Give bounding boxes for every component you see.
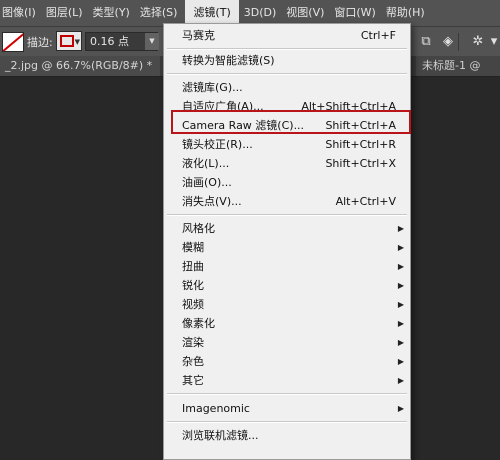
menu-item-filter-gallery[interactable]: 滤镜库(G)...	[164, 78, 410, 97]
submenu-arrow-icon: ▶	[397, 262, 404, 271]
document-tab-active[interactable]: _2.jpg @ 66.7%(RGB/8#) * ×	[0, 56, 160, 76]
submenu-arrow-icon: ▶	[397, 376, 404, 385]
menu-item-label: 扭曲	[182, 260, 204, 273]
menu-separator	[167, 393, 407, 395]
submenu-arrow-icon: ▶	[397, 224, 404, 233]
submenu-arrow-icon: ▶	[397, 338, 404, 347]
submenu-arrow-icon: ▶	[397, 357, 404, 366]
menu-layer[interactable]: 图层(L)	[41, 0, 88, 26]
menu-item-label: 滤镜库(G)...	[182, 81, 243, 94]
submenu-arrow-icon: ▶	[397, 281, 404, 290]
divider	[458, 33, 459, 51]
menu-item-sharpen[interactable]: 锐化 ▶	[164, 276, 410, 295]
menu-item-label: 液化(L)...	[182, 157, 230, 170]
menu-item-label: 浏览联机滤镜...	[182, 429, 259, 442]
photoshop-window: 图像(I) 图层(L) 类型(Y) 选择(S) 滤镜(T) 3D(D) 视图(V…	[0, 0, 500, 460]
document-tab-other[interactable]: 未标题-1 @	[416, 56, 500, 76]
stroke-color-swatch	[60, 35, 74, 47]
menu-type[interactable]: 类型(Y)	[88, 0, 135, 26]
path-arrange-icon[interactable]: ⧉	[416, 31, 436, 53]
menu-item-label: 其它	[182, 374, 204, 387]
chevron-down-icon[interactable]: ▾	[484, 31, 500, 53]
menu-item-label: 视频	[182, 298, 204, 311]
submenu-arrow-icon: ▶	[397, 300, 404, 309]
menu-item-label: 风格化	[182, 222, 215, 235]
stroke-label: 描边:	[27, 36, 53, 49]
submenu-arrow-icon: ▶	[397, 404, 404, 413]
menu-item-label: 渲染	[182, 336, 204, 349]
menu-item-imagenomic[interactable]: Imagenomic ▶	[164, 399, 410, 418]
submenu-arrow-icon: ▶	[397, 243, 404, 252]
stroke-width-dropdown-icon[interactable]: ▼	[145, 33, 159, 50]
dropdown-icon: ▼	[74, 38, 80, 46]
menu-item-pixelate[interactable]: 像素化 ▶	[164, 314, 410, 333]
menu-item-last-filter[interactable]: 马赛克 Ctrl+F	[164, 26, 410, 45]
menu-separator	[167, 73, 407, 75]
layers-arrange-icon[interactable]: ◈	[438, 31, 458, 53]
menu-item-lens-correction[interactable]: 镜头校正(R)... Shift+Ctrl+R	[164, 135, 410, 154]
menu-item-distort[interactable]: 扭曲 ▶	[164, 257, 410, 276]
fill-none-swatch[interactable]	[2, 32, 24, 52]
menu-item-label: 像素化	[182, 317, 215, 330]
menu-item-label: 消失点(V)...	[182, 195, 242, 208]
menu-item-video[interactable]: 视频 ▶	[164, 295, 410, 314]
menu-separator	[167, 214, 407, 216]
menu-separator	[167, 48, 407, 50]
options-right-icons: ⧉ ◈ ✲ ▾	[412, 31, 500, 53]
menu-item-stylize[interactable]: 风格化 ▶	[164, 219, 410, 238]
menu-item-label: 镜头校正(R)...	[182, 138, 253, 151]
menu-image[interactable]: 图像(I)	[0, 0, 41, 26]
menu-item-label: 马赛克	[182, 29, 215, 42]
menu-item-label: 油画(O)...	[182, 176, 232, 189]
menu-separator	[167, 421, 407, 423]
menu-item-noise[interactable]: 杂色 ▶	[164, 352, 410, 371]
menu-item-shortcut: Shift+Ctrl+R	[325, 138, 396, 151]
menu-item-liquify[interactable]: 液化(L)... Shift+Ctrl+X	[164, 154, 410, 173]
menu-item-render[interactable]: 渲染 ▶	[164, 333, 410, 352]
menu-item-other[interactable]: 其它 ▶	[164, 371, 410, 390]
filter-menu: 马赛克 Ctrl+F 转换为智能滤镜(S) 滤镜库(G)... 自适应广角(A)…	[163, 23, 411, 460]
menu-item-shortcut: Shift+Ctrl+X	[325, 157, 396, 170]
menu-item-label: 杂色	[182, 355, 204, 368]
menu-item-blur[interactable]: 模糊 ▶	[164, 238, 410, 257]
menu-item-label: Imagenomic	[182, 402, 250, 415]
stroke-color-picker[interactable]: ▼	[56, 31, 82, 51]
highlight-annotation-box	[171, 110, 411, 134]
menu-item-label: 模糊	[182, 241, 204, 254]
menu-item-label: 锐化	[182, 279, 204, 292]
menu-item-oil-paint[interactable]: 油画(O)...	[164, 173, 410, 192]
menu-item-browse-online-filters[interactable]: 浏览联机滤镜...	[164, 426, 410, 445]
no-fill-slash	[3, 33, 23, 51]
menu-item-shortcut: Alt+Ctrl+V	[335, 195, 396, 208]
menu-item-label: 转换为智能滤镜(S)	[182, 54, 275, 67]
menu-item-shortcut: Ctrl+F	[360, 29, 396, 42]
submenu-arrow-icon: ▶	[397, 319, 404, 328]
menu-item-vanishing-point[interactable]: 消失点(V)... Alt+Ctrl+V	[164, 192, 410, 211]
menu-item-convert-smart-filter[interactable]: 转换为智能滤镜(S)	[164, 51, 410, 70]
document-tab-title: _2.jpg @ 66.7%(RGB/8#) *	[5, 59, 153, 72]
